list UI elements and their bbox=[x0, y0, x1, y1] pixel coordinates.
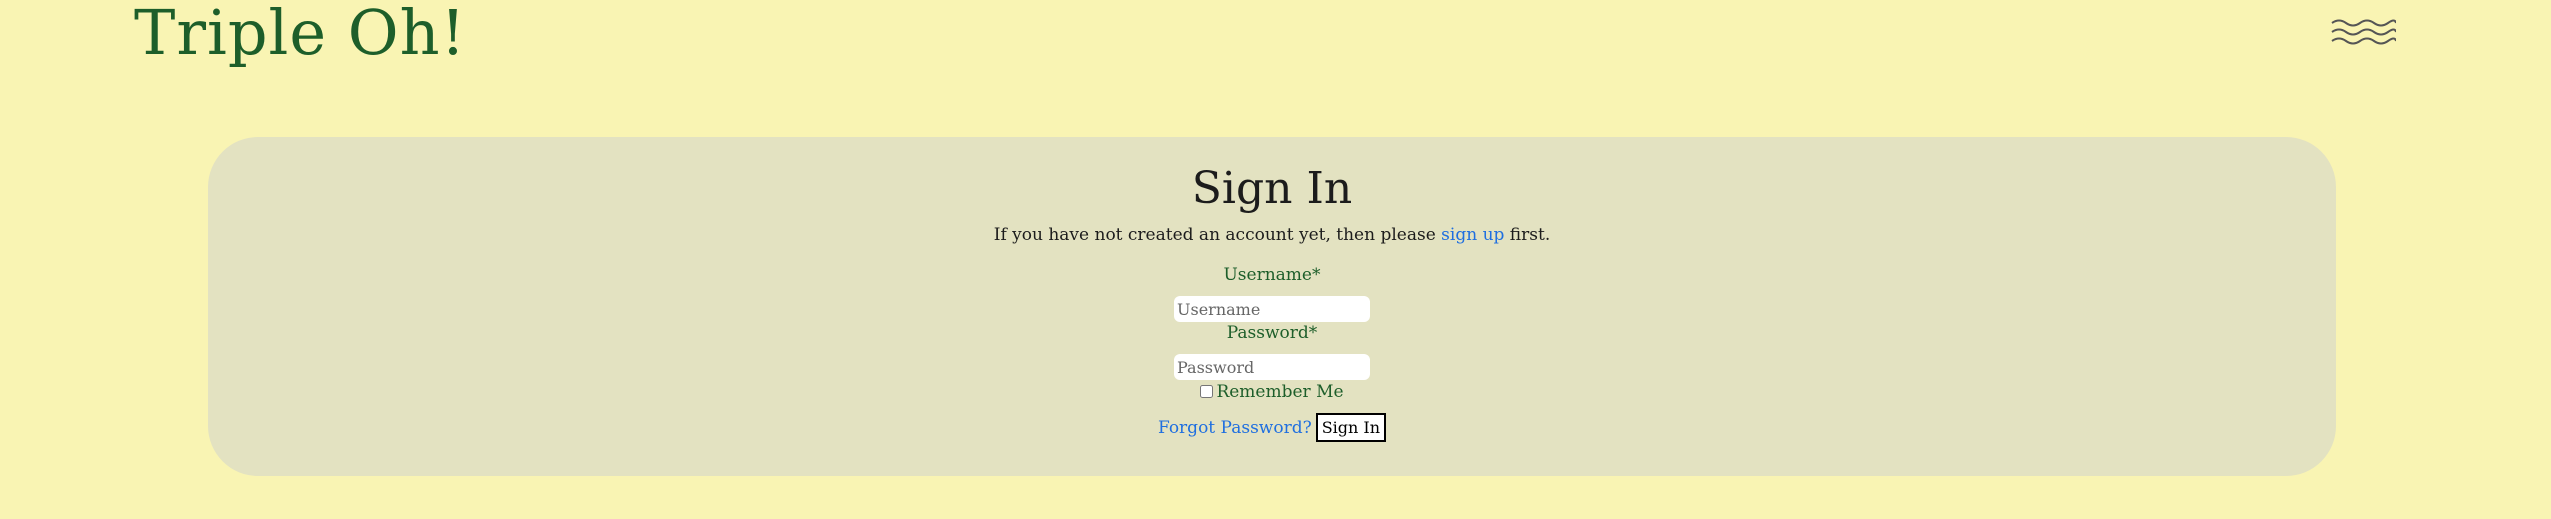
sign-in-button[interactable]: Sign In bbox=[1315, 413, 1387, 442]
page-title: Sign In bbox=[1191, 163, 1353, 214]
forgot-password-link[interactable]: Forgot Password? bbox=[1158, 418, 1312, 438]
site-logo-text[interactable]: Triple Oh! bbox=[134, 0, 466, 69]
password-input[interactable] bbox=[1174, 354, 1370, 380]
signin-card: Sign In If you have not created an accou… bbox=[208, 137, 2336, 476]
wavy-lines-menu-icon bbox=[2331, 19, 2397, 45]
form-actions: Forgot Password? Sign In bbox=[208, 413, 2336, 442]
signup-prompt: If you have not created an account yet, … bbox=[208, 225, 2336, 245]
remember-me-label[interactable]: Remember Me bbox=[1216, 382, 1343, 402]
username-input[interactable] bbox=[1174, 296, 1370, 322]
remember-me-checkbox[interactable] bbox=[1200, 385, 1214, 398]
remember-me-row: Remember Me bbox=[208, 382, 2336, 402]
password-label: Password* bbox=[1226, 323, 1318, 343]
signup-prompt-text-before: If you have not created an account yet, … bbox=[993, 225, 1442, 245]
signup-prompt-text-after: first. bbox=[1504, 225, 1551, 245]
username-label: Username* bbox=[1223, 265, 1321, 285]
signup-link[interactable]: sign up bbox=[1441, 225, 1504, 245]
menu-icon[interactable] bbox=[2330, 18, 2397, 48]
